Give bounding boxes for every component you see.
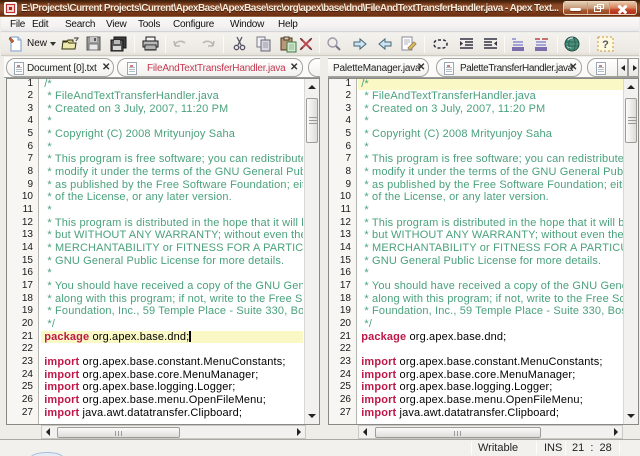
svg-text:?: ? [602,39,609,51]
